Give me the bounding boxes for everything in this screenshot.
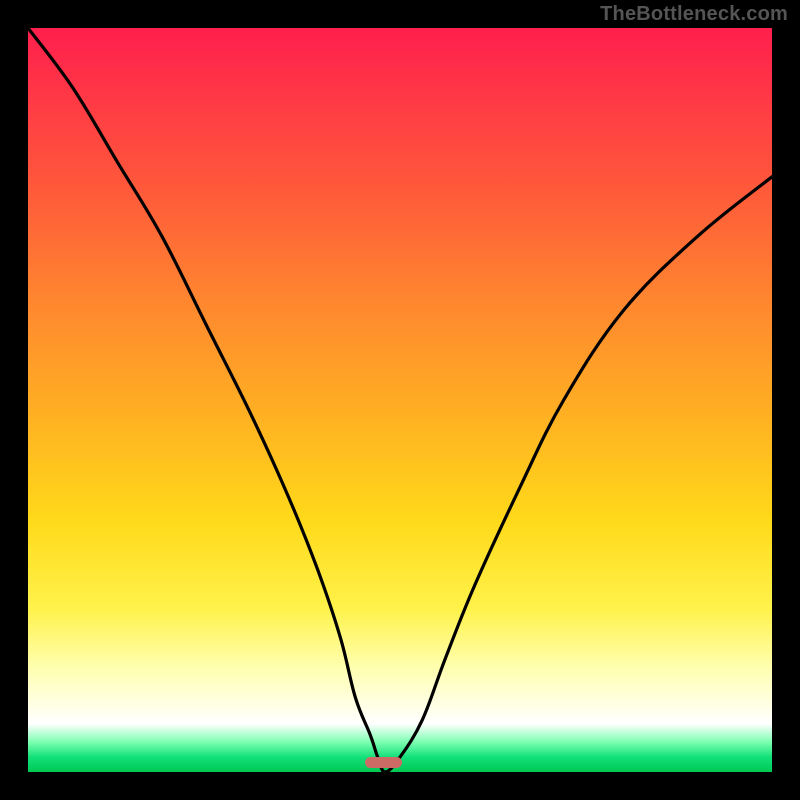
bottleneck-curve bbox=[28, 28, 772, 772]
optimum-marker bbox=[365, 757, 402, 768]
curve-svg bbox=[28, 28, 772, 772]
plot-area bbox=[28, 28, 772, 772]
chart-frame: TheBottleneck.com bbox=[0, 0, 800, 800]
watermark-text: TheBottleneck.com bbox=[600, 3, 788, 26]
